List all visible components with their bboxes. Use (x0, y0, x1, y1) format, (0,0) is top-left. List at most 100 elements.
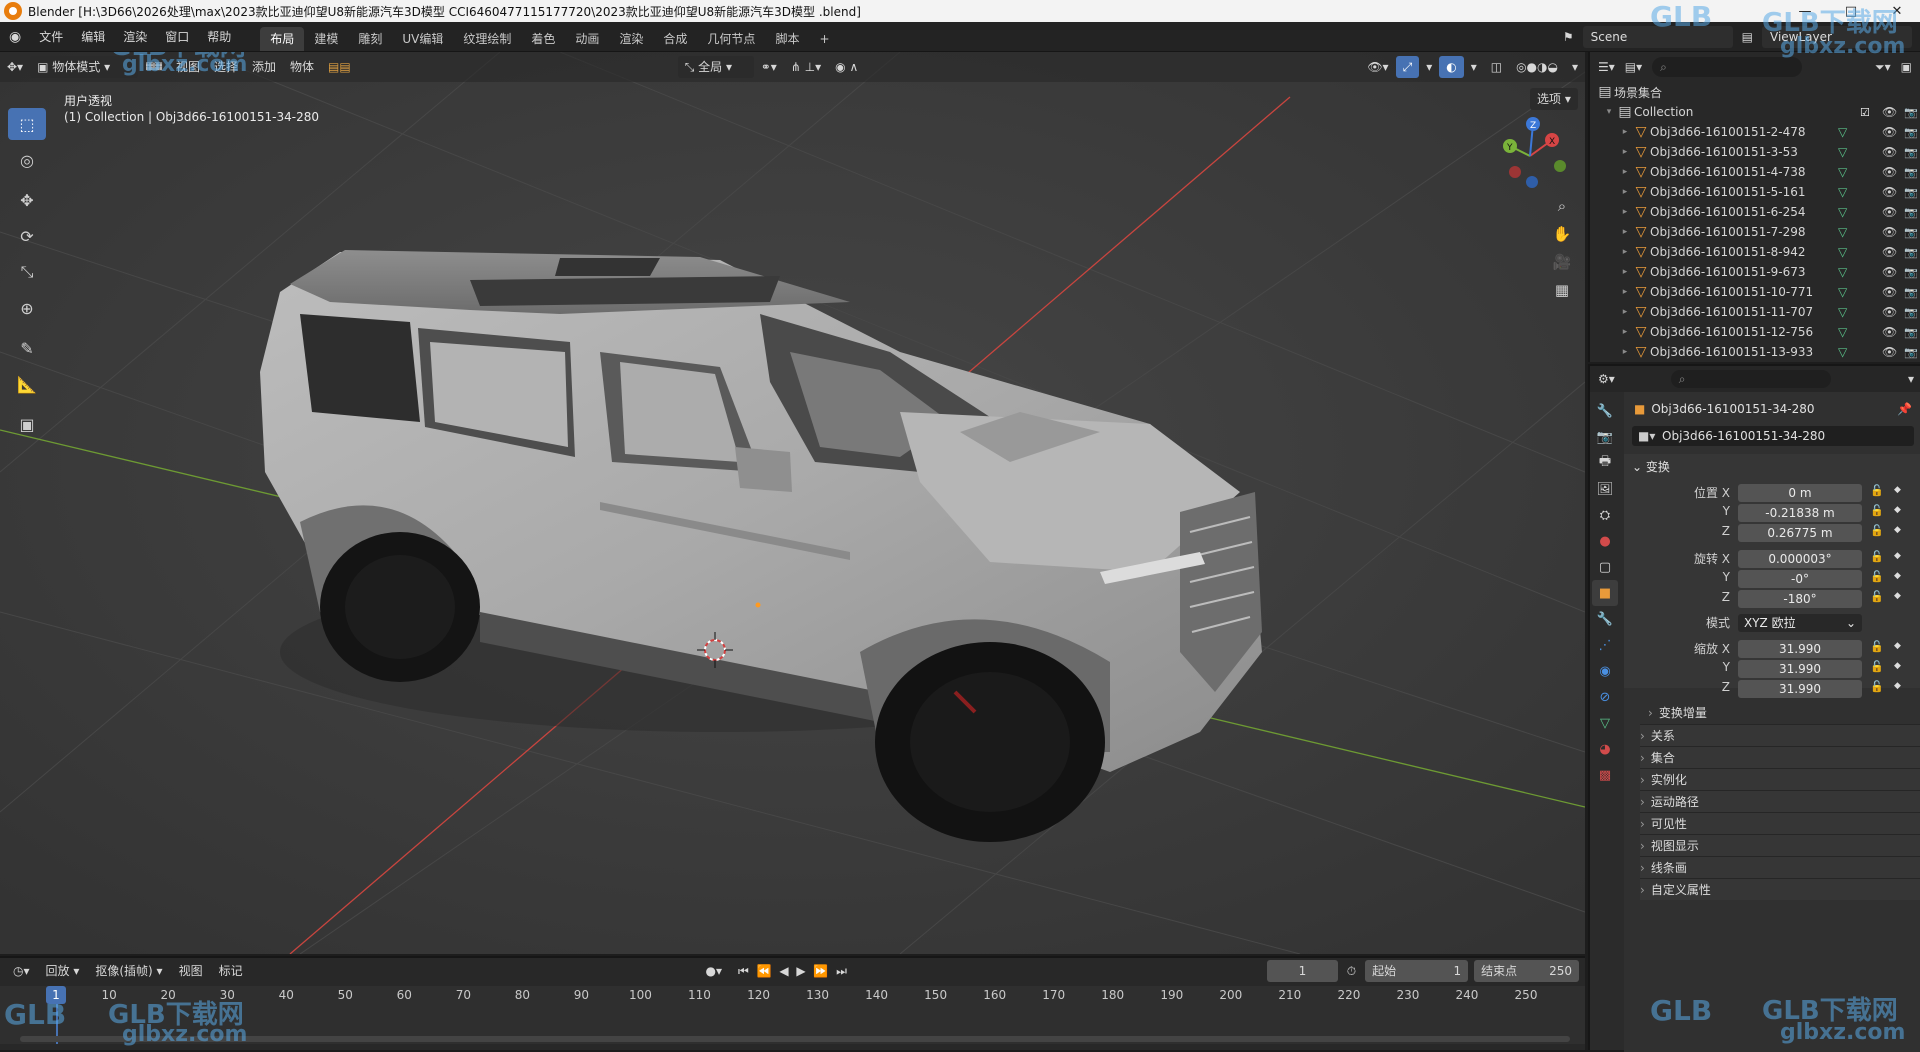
keyframe-icon[interactable]: ◆ (1894, 485, 1901, 495)
add-workspace-button[interactable]: + (809, 27, 839, 51)
lock-icon[interactable]: 🔓 (1870, 524, 1884, 537)
viewlayer-selector[interactable]: ViewLayer (1762, 25, 1912, 48)
keyframe-icon[interactable]: ◆ (1894, 525, 1901, 535)
location-y-field[interactable]: -0.21838 m (1738, 504, 1862, 522)
scale-z-field[interactable]: 31.990 (1738, 680, 1862, 698)
modifier-tab-icon[interactable]: 🔧 (1592, 606, 1618, 632)
object-eye-icon[interactable]: 👁 (1882, 345, 1897, 359)
select-box-tool-icon[interactable]: ⬚ (8, 108, 46, 140)
scale-y-field[interactable]: 31.990 (1738, 660, 1862, 678)
menu-select[interactable]: 选择 (207, 56, 245, 78)
navigation-gizmo[interactable]: X Y Z (1490, 112, 1570, 192)
lock-icon[interactable]: 🔓 (1870, 590, 1884, 603)
object-eye-icon[interactable]: 👁 (1882, 285, 1897, 299)
properties-subpanel[interactable]: 关系 (1640, 724, 1920, 746)
physics-tab-icon[interactable]: ◉ (1592, 658, 1618, 684)
outliner-object-row[interactable]: ▸ ▽ Obj3d66-16100151-6-254 ▽ 👁 📷 (1596, 202, 1920, 222)
menu-view[interactable]: 视图 (169, 56, 207, 78)
record-button[interactable]: ●▾ (698, 960, 729, 982)
outliner-object-row[interactable]: ▸ ▽ Obj3d66-16100151-12-756 ▽ 👁 📷 (1596, 322, 1920, 342)
visibility-icon[interactable]: 👁▾ (1360, 56, 1395, 78)
properties-subpanel[interactable]: 视图显示 (1640, 834, 1920, 856)
lock-icon[interactable]: 🔓 (1870, 660, 1884, 673)
data-tab-icon[interactable]: ▽ (1592, 710, 1618, 736)
keyframe-icon[interactable]: ◆ (1894, 591, 1901, 601)
properties-editor-icon[interactable]: ⚙▾ (1598, 372, 1615, 386)
lock-icon[interactable]: 🔓 (1870, 504, 1884, 517)
constraints-tab-icon[interactable]: ⊘ (1592, 684, 1618, 710)
menu-help[interactable]: 帮助 (198, 22, 240, 52)
output-tab-icon[interactable]: 🖶 (1592, 450, 1618, 476)
outliner-object-row[interactable]: ▸ ▽ Obj3d66-16100151-3-53 ▽ 👁 📷 (1596, 142, 1920, 162)
outliner-search-input[interactable]: ⌕ (1652, 57, 1803, 77)
lock-icon[interactable]: 🔓 (1870, 550, 1884, 563)
menu-file[interactable]: 文件 (30, 22, 72, 52)
properties-subpanel[interactable]: 可见性 (1640, 812, 1920, 834)
object-expand-icon[interactable]: ▸ (1618, 227, 1632, 237)
collection-expand-icon[interactable]: ▾ (1602, 107, 1616, 117)
menu-add[interactable]: 添加 (245, 56, 283, 78)
properties-subpanel[interactable]: 集合 (1640, 746, 1920, 768)
rotation-mode-select[interactable]: XYZ 欧拉 ⌄ (1738, 614, 1862, 632)
lock-icon[interactable]: 🔓 (1870, 570, 1884, 583)
material-tab-icon[interactable]: ◕ (1592, 736, 1618, 762)
collection-camera-icon[interactable]: 📷 (1904, 106, 1918, 119)
camera-view-icon[interactable]: 🎥 (1548, 248, 1576, 276)
minimize-button[interactable]: — (1782, 4, 1828, 19)
timeline-editor-icon[interactable]: ◷▾ (6, 960, 37, 982)
overlay-toggle-icon[interactable]: ◐ (1439, 56, 1464, 78)
properties-subpanel[interactable]: 线条画 (1640, 856, 1920, 878)
tab-scripting[interactable]: 脚本 (765, 27, 809, 51)
gizmo-dropdown-icon[interactable]: ▾ (1419, 56, 1439, 78)
object-expand-icon[interactable]: ▸ (1618, 207, 1632, 217)
view-layer-tab-icon[interactable]: 🖼 (1592, 476, 1618, 502)
properties-search-input[interactable]: ⌕ (1670, 370, 1831, 388)
menu-object[interactable]: 物体 (283, 56, 321, 78)
tab-layout[interactable]: 布局 (260, 26, 305, 51)
object-camera-icon[interactable]: 📷 (1904, 346, 1918, 359)
tab-shading[interactable]: 着色 (521, 27, 565, 51)
scene-selector[interactable]: Scene (1582, 25, 1733, 48)
rotate-tool-icon[interactable]: ⟳ (8, 220, 46, 252)
playhead[interactable]: 1 (46, 986, 66, 1004)
outliner-object-row[interactable]: ▸ ▽ Obj3d66-16100151-11-707 ▽ 👁 📷 (1596, 302, 1920, 322)
pivot-point-icon[interactable]: ⚭▾ (754, 56, 784, 78)
tab-geometry-nodes[interactable]: 几何节点 (697, 27, 765, 51)
lock-icon[interactable]: 🔓 (1870, 484, 1884, 497)
object-camera-icon[interactable]: 📷 (1904, 286, 1918, 299)
rotation-y-field[interactable]: -0° (1738, 570, 1862, 588)
outliner-object-row[interactable]: ▸ ▽ Obj3d66-16100151-5-161 ▽ 👁 📷 (1596, 182, 1920, 202)
object-camera-icon[interactable]: 📷 (1904, 226, 1918, 239)
object-expand-icon[interactable]: ▸ (1618, 167, 1632, 177)
collection-checkbox-icon[interactable]: ☑ (1860, 106, 1870, 119)
tab-texture-paint[interactable]: 纹理绘制 (453, 27, 521, 51)
lock-icon[interactable]: 🔓 (1870, 640, 1884, 653)
filter-icon[interactable]: ⏷▾ (1875, 60, 1891, 75)
tab-rendering[interactable]: 渲染 (609, 27, 653, 51)
tab-compositing[interactable]: 合成 (653, 27, 697, 51)
cursor-tool-icon[interactable]: ◎ (8, 144, 46, 176)
object-expand-icon[interactable]: ▸ (1618, 287, 1632, 297)
object-tab-icon[interactable]: ■ (1592, 580, 1618, 606)
shading-dropdown-icon[interactable]: ▾ (1565, 56, 1585, 78)
object-camera-icon[interactable]: 📷 (1904, 126, 1918, 139)
keyframe-icon[interactable]: ◆ (1894, 505, 1901, 515)
object-eye-icon[interactable]: 👁 (1882, 165, 1897, 179)
collection-tab-icon[interactable]: ▢ (1592, 554, 1618, 580)
tab-modeling[interactable]: 建模 (304, 27, 348, 51)
tab-uv-editing[interactable]: UV编辑 (392, 27, 453, 51)
playback-controls[interactable]: ⏮ ⏪ ◀ ▶ ⏩ ⏭ (731, 960, 856, 982)
outliner-object-row[interactable]: ▸ ▽ Obj3d66-16100151-7-298 ▽ 👁 📷 (1596, 222, 1920, 242)
gizmo-toggle-icon[interactable]: ⤢ (1395, 56, 1420, 78)
tool-tab-icon[interactable]: 🔧 (1592, 398, 1618, 424)
selection-mode-icons[interactable]: ▦▦ (138, 56, 169, 78)
rotation-z-field[interactable]: -180° (1738, 590, 1862, 608)
collection-eye-icon[interactable]: 👁 (1882, 105, 1897, 119)
properties-options-icon[interactable]: ▾ (1908, 372, 1914, 386)
shading-modes-icon[interactable]: ◎●◑◒ (1509, 56, 1565, 78)
outliner-object-row[interactable]: ▸ ▽ Obj3d66-16100151-9-673 ▽ 👁 📷 (1596, 262, 1920, 282)
object-camera-icon[interactable]: 📷 (1904, 166, 1918, 179)
options-dropdown[interactable]: 选项 ▾ (1530, 88, 1578, 110)
object-expand-icon[interactable]: ▸ (1618, 147, 1632, 157)
object-eye-icon[interactable]: 👁 (1882, 205, 1897, 219)
